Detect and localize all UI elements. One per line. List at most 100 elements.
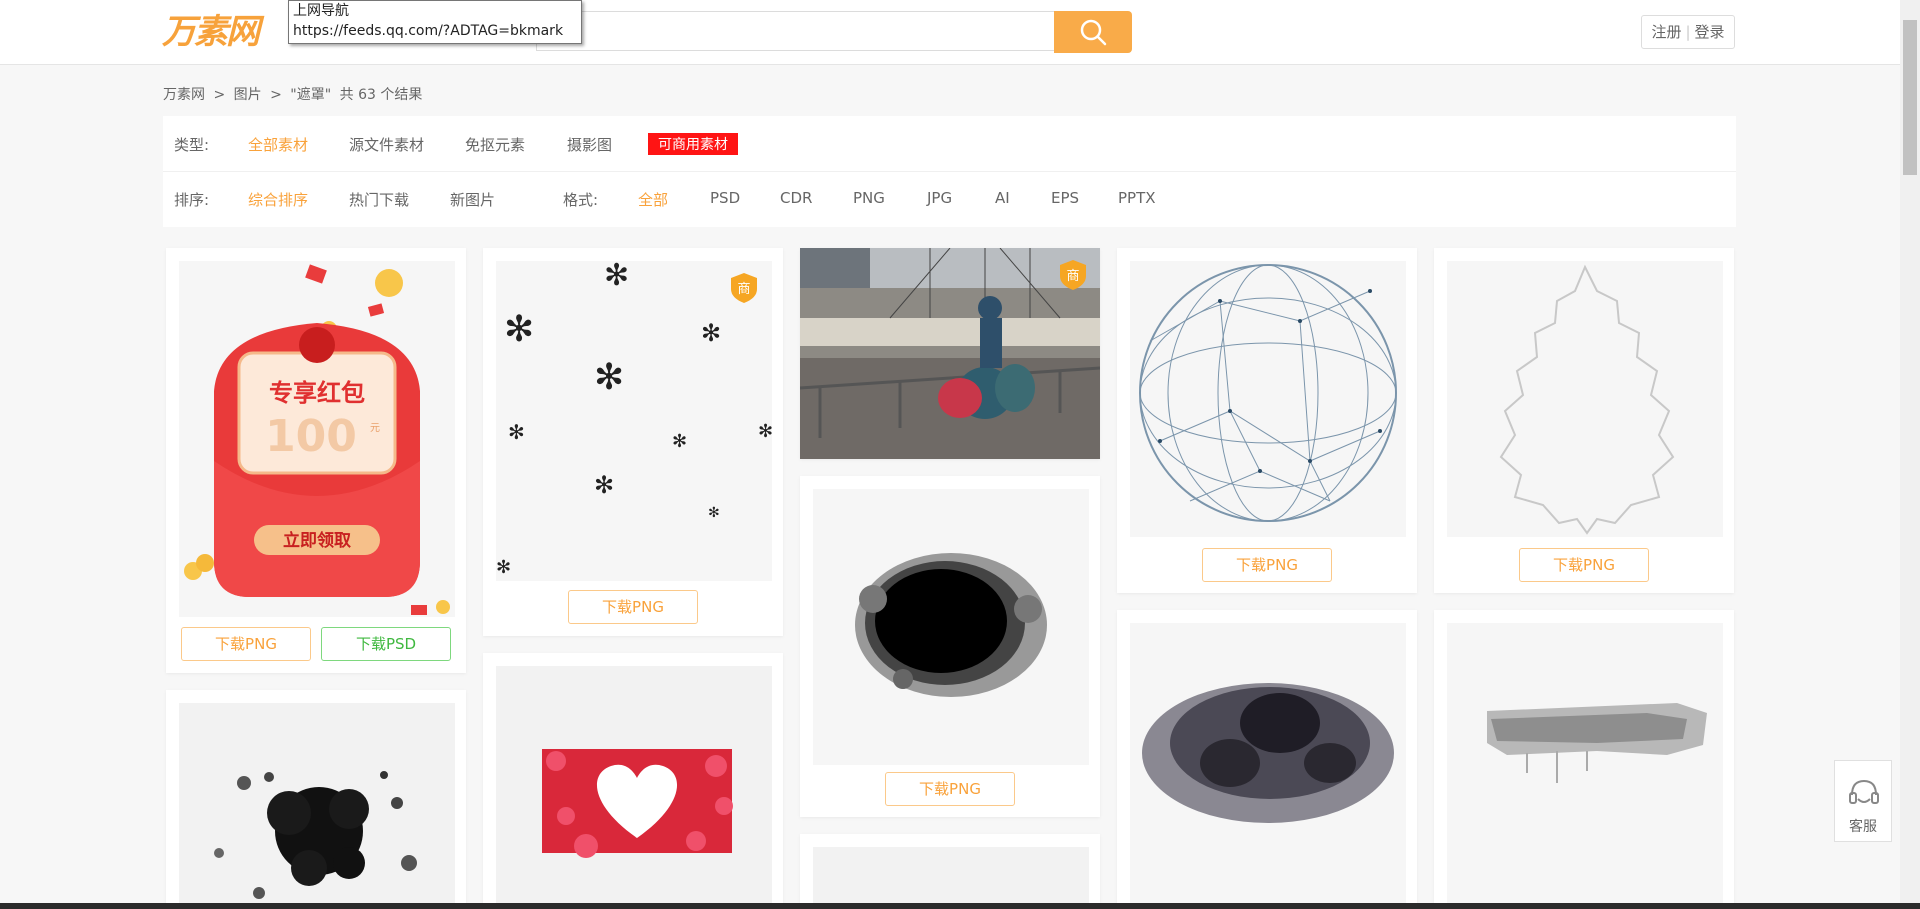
result-card[interactable]: ✻ ✻ ✻ ✻ ✻ ✻ ✻ ✻ ✻ ✻ 商 下载PNG (483, 248, 783, 636)
download-png-button[interactable]: 下载PNG (181, 627, 311, 661)
download-png-button[interactable]: 下载PNG (1202, 548, 1332, 582)
ink-splash-graphic (214, 771, 417, 899)
type-source-files[interactable]: 源文件素材 (349, 134, 424, 155)
customer-service-button[interactable]: 客服 (1834, 760, 1892, 842)
taskbar-edge (0, 903, 1920, 909)
download-png-button[interactable]: 下载PNG (1519, 548, 1649, 582)
result-count: 共 63 个结果 (339, 87, 423, 103)
heart-petals-graphic (542, 749, 733, 858)
type-label: 类型: (174, 136, 210, 154)
bookmark-tooltip: 上网导航 https://feeds.qq.com/?ADTAG=bkmark (288, 0, 582, 44)
red-envelope-graphic: 专享红包 100 元 立即领取 (184, 264, 450, 615)
result-card[interactable]: 下载PNG (1434, 248, 1734, 593)
commercial-badge-text: 商 (1066, 269, 1079, 284)
commercial-badge-text: 商 (737, 282, 750, 297)
tooltip-url: https://feeds.qq.com/?ADTAG=bkmark (293, 23, 564, 39)
site-logo[interactable]: 万素网 (162, 10, 297, 54)
top-header: 万素网 注册 | 登录 (0, 0, 1900, 65)
format-all[interactable]: 全部 (638, 189, 668, 210)
format-jpg[interactable]: JPG (927, 189, 952, 207)
type-photography[interactable]: 摄影图 (567, 134, 612, 155)
result-card[interactable] (800, 834, 1100, 909)
result-card[interactable]: 下载PNG (800, 476, 1100, 817)
search-icon (1080, 19, 1107, 46)
format-eps[interactable]: EPS (1051, 189, 1079, 207)
type-filter-row: 类型: 全部素材 源文件素材 免抠元素 摄影图 可商用素材 (163, 116, 1736, 172)
envelope-cta: 立即领取 (283, 530, 351, 551)
svg-text:✻: ✻ (594, 471, 614, 499)
envelope-unit: 元 (370, 423, 380, 434)
download-psd-button[interactable]: 下载PSD (321, 627, 451, 661)
watercolor-stain-thumbnail[interactable] (1130, 623, 1406, 909)
svg-text:✻: ✻ (504, 309, 534, 350)
format-psd[interactable]: PSD (710, 189, 740, 207)
breadcrumb-separator: > (270, 87, 282, 103)
type-commercial-badge[interactable]: 可商用素材 (648, 133, 738, 155)
breadcrumb-separator: > (213, 87, 226, 103)
svg-text:✻: ✻ (508, 420, 525, 444)
ink-blob-graphic (855, 553, 1047, 697)
commercial-badge-icon: 商 (1060, 260, 1086, 290)
breadcrumb-section[interactable]: 图片 (234, 87, 262, 103)
envelope-amount: 100 (265, 411, 357, 462)
svg-text:✻: ✻ (604, 261, 629, 293)
headset-icon (1849, 779, 1879, 804)
type-cutout-elements[interactable]: 免抠元素 (465, 134, 525, 155)
result-card[interactable] (1117, 610, 1417, 909)
register-link[interactable]: 注册 (1651, 23, 1681, 41)
sort-label: 排序: (174, 191, 210, 209)
leaf-outline-graphic (1499, 264, 1675, 535)
commercial-badge-icon: 商 (731, 273, 757, 303)
svg-text:✻: ✻ (701, 319, 721, 347)
customer-service-label: 客服 (1849, 819, 1877, 835)
red-envelope-thumbnail[interactable]: 专享红包 100 元 立即领取 (179, 261, 455, 617)
download-png-button[interactable]: 下载PNG (568, 590, 698, 624)
vertical-scrollbar[interactable] (1900, 0, 1920, 909)
login-link[interactable]: 登录 (1695, 23, 1725, 41)
svg-text:✻: ✻ (496, 557, 511, 578)
format-pptx[interactable]: PPTX (1118, 189, 1156, 207)
envelope-headline: 专享红包 (269, 379, 365, 407)
search-button[interactable] (1054, 11, 1132, 53)
download-png-button[interactable]: 下载PNG (885, 772, 1015, 806)
ink-blob-thumbnail[interactable] (813, 489, 1089, 765)
result-card[interactable]: 专享红包 100 元 立即领取 下载PNG 下载PSD (166, 248, 466, 673)
brush-stroke-graphic (1487, 703, 1707, 783)
wire-sphere-graphic (1139, 264, 1397, 522)
heart-petals-thumbnail[interactable] (496, 666, 772, 909)
search-input[interactable] (536, 11, 1056, 51)
format-png[interactable]: PNG (853, 189, 885, 207)
breadcrumb-home[interactable]: 万素网 (163, 87, 205, 103)
sort-newest[interactable]: 新图片 (450, 189, 495, 210)
auth-separator: | (1685, 23, 1691, 41)
format-ai[interactable]: AI (995, 189, 1010, 207)
type-all[interactable]: 全部素材 (248, 134, 308, 155)
ink-splash-thumbnail[interactable] (179, 703, 455, 909)
brush-stroke-thumbnail[interactable] (1447, 623, 1723, 909)
result-card[interactable]: 商 (800, 248, 1100, 459)
svg-text:✻: ✻ (672, 431, 687, 452)
flower-pattern-thumbnail[interactable]: ✻ ✻ ✻ ✻ ✻ ✻ ✻ ✻ ✻ ✻ (496, 261, 772, 581)
format-cdr[interactable]: CDR (780, 189, 812, 207)
svg-text:✻: ✻ (594, 357, 624, 398)
wire-sphere-thumbnail[interactable] (1130, 261, 1406, 537)
svg-text:✻: ✻ (708, 505, 720, 521)
tooltip-title: 上网导航 (293, 3, 349, 19)
format-label: 格式: (563, 191, 599, 209)
partial-thumbnail[interactable] (813, 847, 1089, 909)
result-card[interactable] (1434, 610, 1734, 909)
sort-popular[interactable]: 热门下载 (349, 189, 409, 210)
svg-text:✻: ✻ (758, 421, 772, 442)
breadcrumb: 万素网 > 图片 > "遮罩" 共 63 个结果 (163, 84, 426, 104)
harbor-photo-graphic (800, 248, 1100, 459)
leaf-outline-thumbnail[interactable] (1447, 261, 1723, 537)
result-card[interactable] (166, 690, 466, 909)
sort-comprehensive[interactable]: 综合排序 (248, 189, 308, 210)
result-card[interactable]: 下载PNG (1117, 248, 1417, 593)
flower-pattern-graphic: ✻ ✻ ✻ ✻ ✻ ✻ ✻ ✻ ✻ ✻ (496, 261, 772, 578)
breadcrumb-query: "遮罩" (290, 87, 332, 103)
filter-panel: 类型: 全部素材 源文件素材 免抠元素 摄影图 可商用素材 排序: 综合排序 热… (163, 116, 1736, 227)
scrollbar-thumb[interactable] (1903, 20, 1917, 175)
result-card[interactable] (483, 653, 783, 909)
harbor-photo-thumbnail[interactable] (800, 248, 1100, 459)
